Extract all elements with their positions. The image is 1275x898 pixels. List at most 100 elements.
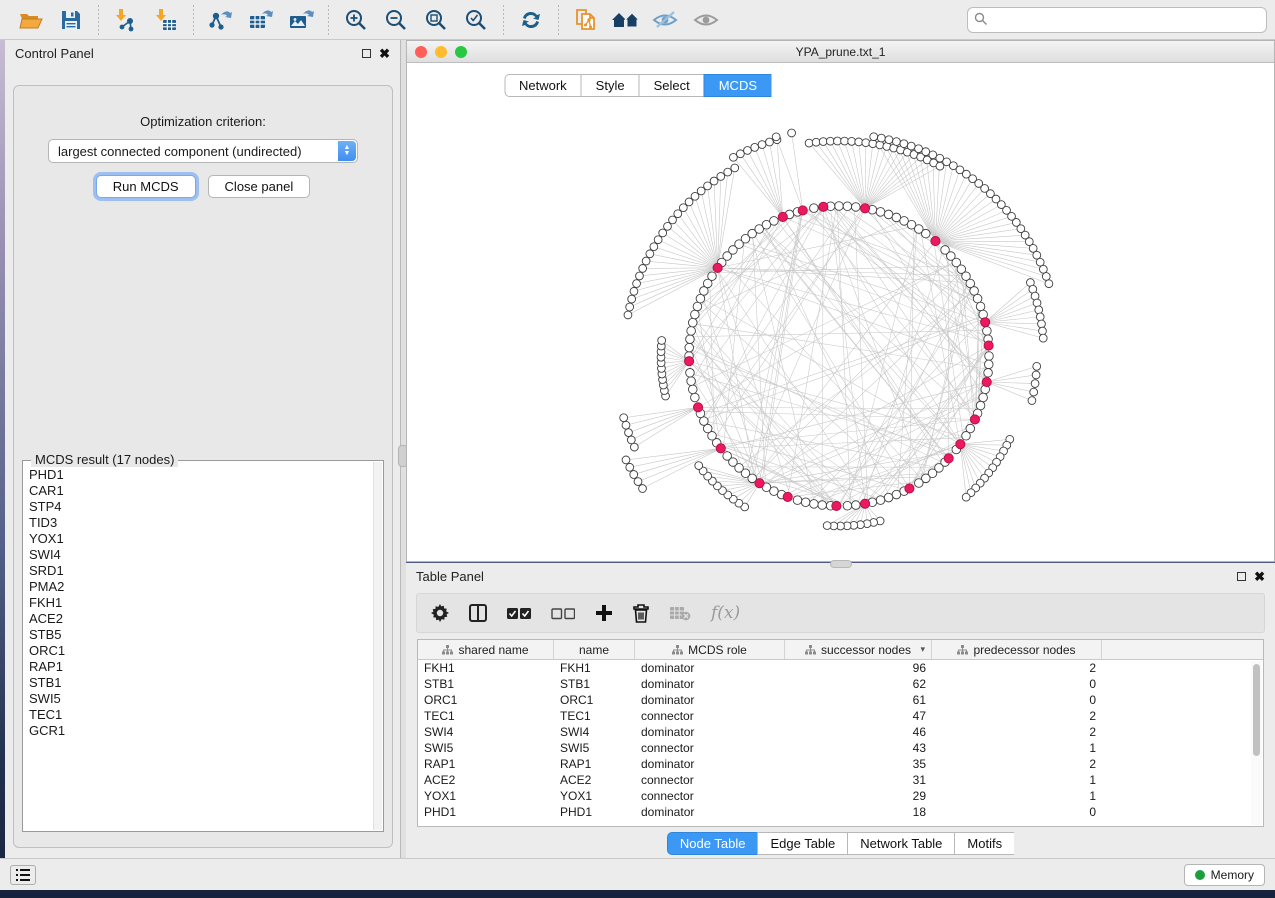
mcds-result-item[interactable]: PMA2 (29, 579, 373, 595)
mcds-result-item[interactable]: TID3 (29, 515, 373, 531)
mcds-list-scrollbar[interactable] (373, 462, 382, 830)
table-scrollbar-thumb[interactable] (1253, 664, 1260, 756)
zoom-out-button[interactable] (379, 4, 413, 36)
unselect-all-checkboxes-icon[interactable] (551, 607, 575, 620)
table-row[interactable]: SWI5 SWI5 connector 43 1 (418, 740, 1263, 756)
cell-mcds-role: dominator (635, 693, 785, 707)
cell-predecessor-nodes: 2 (932, 757, 1102, 771)
save-session-button[interactable] (54, 4, 88, 36)
control-panel-tab[interactable]: Select (639, 74, 704, 97)
mcds-result-item[interactable]: SRD1 (29, 563, 373, 579)
network-canvas[interactable] (407, 63, 1274, 561)
mcds-result-item[interactable]: FKH1 (29, 595, 373, 611)
mcds-result-item[interactable]: STB1 (29, 675, 373, 691)
duplicate-network-button[interactable] (569, 4, 603, 36)
table-tab[interactable]: Edge Table (757, 832, 847, 855)
cell-successor-nodes: 47 (785, 709, 932, 723)
control-panel-tab[interactable]: MCDS (704, 74, 771, 97)
float-window-icon[interactable] (362, 49, 371, 58)
export-table-icon (248, 8, 274, 32)
control-panel-tab[interactable]: Style (581, 74, 639, 97)
export-image-icon (288, 8, 314, 32)
cell-successor-nodes: 31 (785, 773, 932, 787)
cell-predecessor-nodes: 1 (932, 789, 1102, 803)
close-panel-icon[interactable]: ✖ (379, 47, 390, 60)
mcds-result-item[interactable]: YOX1 (29, 531, 373, 547)
float-window-icon[interactable] (1237, 572, 1246, 581)
optimization-criterion-value: largest connected component (undirected) (58, 144, 302, 159)
import-table-button[interactable] (149, 4, 183, 36)
column-type-icon (805, 645, 816, 655)
mcds-result-item[interactable]: TEC1 (29, 707, 373, 723)
table-row[interactable]: PHD1 PHD1 dominator 18 0 (418, 804, 1263, 820)
cell-successor-nodes: 29 (785, 789, 932, 803)
zoom-fit-button[interactable] (419, 4, 453, 36)
hide-selected-button[interactable] (649, 4, 683, 36)
mcds-result-list[interactable]: PHD1 CAR1 STP4 TID3 YOX1 SWI4 SRD1 PMA2 … (29, 467, 373, 829)
mcds-result-item[interactable]: CAR1 (29, 483, 373, 499)
search-input[interactable] (967, 7, 1267, 33)
table-scrollbar[interactable] (1251, 661, 1262, 825)
table-tab[interactable]: Motifs (954, 832, 1014, 855)
cell-predecessor-nodes: 0 (932, 805, 1102, 819)
mcds-result-item[interactable]: SWI4 (29, 547, 373, 563)
show-all-button[interactable] (689, 4, 723, 36)
cell-mcds-role: connector (635, 773, 785, 787)
zoom-selected-button[interactable] (459, 4, 493, 36)
first-neighbors-button[interactable] (609, 4, 643, 36)
table-tab[interactable]: Network Table (847, 832, 954, 855)
table-row[interactable]: ORC1 ORC1 dominator 61 0 (418, 692, 1263, 708)
control-panel-tab[interactable]: Network (504, 74, 581, 97)
mcds-result-item[interactable]: PHD1 (29, 467, 373, 483)
cell-mcds-role: dominator (635, 725, 785, 739)
network-title: YPA_prune.txt_1 (407, 45, 1274, 59)
table-options-gear-icon[interactable] (431, 604, 449, 622)
column-header[interactable]: MCDS role (635, 640, 785, 659)
column-header[interactable]: successor nodes ▾ (785, 640, 932, 659)
mcds-result-item[interactable]: ACE2 (29, 611, 373, 627)
show-column-icon[interactable] (469, 604, 487, 622)
mcds-result-item[interactable]: STB5 (29, 627, 373, 643)
column-type-icon (672, 645, 683, 655)
mcds-result-item[interactable]: RAP1 (29, 659, 373, 675)
optimization-criterion-select[interactable]: largest connected component (undirected)… (48, 139, 358, 163)
column-header[interactable]: predecessor nodes (932, 640, 1102, 659)
column-header[interactable]: shared name (418, 640, 554, 659)
select-all-checkboxes-icon[interactable] (507, 607, 531, 620)
task-history-button[interactable] (10, 865, 36, 885)
export-network-button[interactable] (204, 4, 238, 36)
close-panel-icon[interactable]: ✖ (1254, 570, 1265, 583)
zoom-in-button[interactable] (339, 4, 373, 36)
close-panel-button[interactable]: Close panel (208, 175, 311, 198)
memory-button[interactable]: Memory (1184, 864, 1265, 886)
refresh-icon (519, 8, 543, 32)
column-header-label: successor nodes (821, 643, 911, 657)
table-row[interactable]: RAP1 RAP1 dominator 35 2 (418, 756, 1263, 772)
export-image-button[interactable] (284, 4, 318, 36)
open-folder-icon (18, 9, 44, 31)
delete-column-trash-icon[interactable] (633, 604, 649, 623)
mcds-result-item[interactable]: GCR1 (29, 723, 373, 739)
column-header[interactable]: name (554, 640, 635, 659)
mcds-result-item[interactable]: STP4 (29, 499, 373, 515)
network-window-titlebar[interactable]: YPA_prune.txt_1 (407, 41, 1274, 63)
mcds-result-item[interactable]: ORC1 (29, 643, 373, 659)
toolbar-separator (98, 5, 99, 35)
import-table-icon (154, 8, 178, 32)
add-column-icon[interactable] (595, 604, 613, 622)
run-mcds-button[interactable]: Run MCDS (96, 175, 196, 198)
table-tab[interactable]: Node Table (667, 832, 758, 855)
export-table-button[interactable] (244, 4, 278, 36)
column-type-icon (957, 645, 968, 655)
table-row[interactable]: ACE2 ACE2 connector 31 1 (418, 772, 1263, 788)
open-file-button[interactable] (14, 4, 48, 36)
table-row[interactable]: SWI4 SWI4 dominator 46 2 (418, 724, 1263, 740)
horizontal-splitter-handle[interactable] (830, 560, 852, 568)
table-row[interactable]: TEC1 TEC1 connector 47 2 (418, 708, 1263, 724)
table-row[interactable]: STB1 STB1 dominator 62 0 (418, 676, 1263, 692)
mcds-result-item[interactable]: SWI5 (29, 691, 373, 707)
table-row[interactable]: YOX1 YOX1 connector 29 1 (418, 788, 1263, 804)
import-network-button[interactable] (109, 4, 143, 36)
refresh-button[interactable] (514, 4, 548, 36)
table-row[interactable]: FKH1 FKH1 dominator 96 2 (418, 660, 1263, 676)
